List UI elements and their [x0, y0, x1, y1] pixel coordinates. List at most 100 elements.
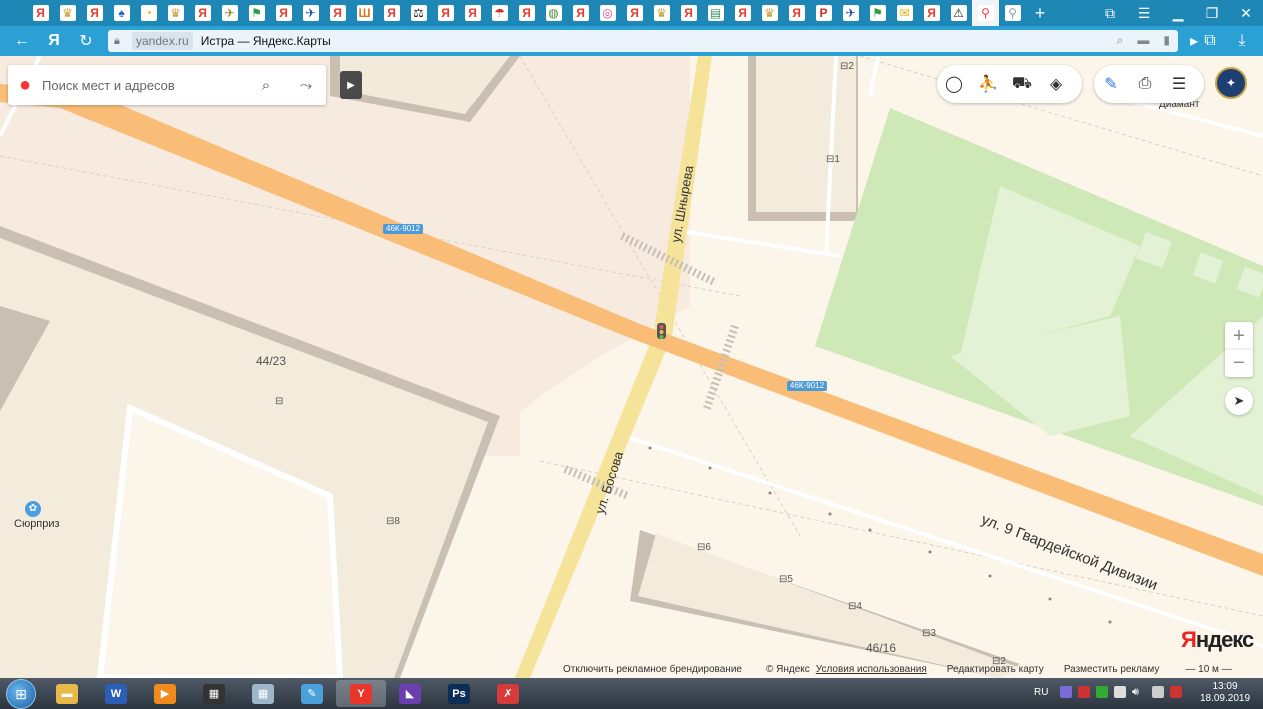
taskbar-app[interactable]: Y — [336, 680, 386, 707]
browser-tab[interactable]: Я — [324, 0, 351, 26]
download-icon[interactable]: ⤓ — [1228, 26, 1256, 56]
taskbar-app[interactable]: ▦ — [189, 680, 239, 707]
browser-tab[interactable]: ⚑ — [243, 0, 270, 26]
browser-tab[interactable]: ♛ — [162, 0, 189, 26]
tabs-overview-icon[interactable]: ⧉ — [1093, 0, 1127, 26]
browser-tab[interactable]: Я — [513, 0, 540, 26]
menu-icon[interactable]: ☰ — [1162, 65, 1196, 103]
browser-tab[interactable]: Я — [918, 0, 945, 26]
browser-tab[interactable]: ⚲ — [972, 0, 999, 26]
poi-label-surprise[interactable]: Сюрприз — [14, 518, 60, 530]
browser-tab[interactable]: ✉ — [891, 0, 918, 26]
bookmark-icon[interactable]: ▮ — [1163, 33, 1170, 48]
user-avatar[interactable]: ✦ — [1215, 67, 1247, 99]
browser-tab[interactable]: Я — [189, 0, 216, 26]
taskbar-app[interactable]: ✗ — [483, 680, 533, 707]
browser-tab[interactable]: Я — [432, 0, 459, 26]
start-button[interactable]: ⊞ — [6, 679, 36, 709]
browser-tab[interactable]: ◍ — [540, 0, 567, 26]
expand-panel-button[interactable]: ▶ — [340, 71, 362, 99]
browser-tab[interactable]: Ш — [351, 0, 378, 26]
zoom-in-button[interactable]: + — [1225, 322, 1253, 350]
browser-tab[interactable]: ♛ — [756, 0, 783, 26]
browser-tab[interactable]: Я — [567, 0, 594, 26]
browser-tab[interactable]: ⚠ — [945, 0, 972, 26]
address-bar[interactable]: 🔒︎ yandex.ru Истра — Яндекс.Карты ⌕ ▬ ▮ — [108, 30, 1178, 52]
minimize-button[interactable]: ▁ — [1161, 0, 1195, 26]
browser-tab[interactable]: ♛ — [54, 0, 81, 26]
transport-icon[interactable]: ⛟ — [1005, 65, 1039, 103]
layers-icon[interactable]: ◈ — [1039, 65, 1073, 103]
route-icon[interactable]: ⤳ — [286, 77, 326, 94]
taskbar-app[interactable]: ◣ — [385, 680, 435, 707]
map-footer: Отключить рекламное брендирование © Янде… — [555, 660, 1232, 678]
print-icon[interactable]: ⎙ — [1128, 65, 1162, 103]
terms-link[interactable]: Условия использования — [816, 664, 927, 675]
browser-tab[interactable]: ◎ — [594, 0, 621, 26]
edit-map-link[interactable]: Редактировать карту — [947, 664, 1044, 675]
ruler-icon[interactable]: ✎ — [1094, 65, 1128, 103]
browser-tab[interactable]: Я — [675, 0, 702, 26]
language-indicator[interactable]: RU — [1034, 687, 1048, 698]
gift-shop-icon[interactable]: ✿ — [25, 501, 41, 517]
place-ad-link[interactable]: Разместить рекламу — [1064, 664, 1160, 675]
search-box[interactable]: ● Поиск мест и адресов ⌕ ⤳ — [8, 65, 326, 105]
tray-app-icon[interactable] — [1060, 686, 1072, 698]
tray-shield-icon[interactable] — [1096, 686, 1108, 698]
back-arrow-icon[interactable]: ← — [6, 26, 38, 56]
browser-tab[interactable]: ▭ — [0, 0, 27, 26]
search-input[interactable]: Поиск мест и адресов — [42, 78, 246, 93]
yandex-logo: Яндекс — [1181, 627, 1254, 652]
road-number-badge: 46К-9012 — [787, 381, 828, 391]
browser-tab[interactable]: ▤ — [702, 0, 729, 26]
browser-tab[interactable]: ⚑ — [864, 0, 891, 26]
yandex-home-icon[interactable]: Я — [38, 26, 70, 56]
browser-tab[interactable]: Я — [27, 0, 54, 26]
browser-tab[interactable]: ◔ — [135, 0, 162, 26]
browser-tab[interactable]: Я — [783, 0, 810, 26]
geolocation-icon[interactable]: ➤ — [1225, 387, 1253, 415]
browser-tab[interactable]: ⚲ — [999, 0, 1026, 26]
tray-pdf-icon[interactable] — [1078, 686, 1090, 698]
browser-tab[interactable]: ✈ — [216, 0, 243, 26]
volume-icon[interactable]: 🔊︎ — [1132, 686, 1144, 698]
reload-icon[interactable]: ↻ — [70, 26, 102, 56]
browser-tab[interactable]: ♠ — [108, 0, 135, 26]
disable-ads-link[interactable]: Отключить рекламное брендирование — [563, 664, 742, 675]
zoom-out-button[interactable]: − — [1225, 349, 1253, 377]
map-canvas[interactable]: 46К-9012 46К-9012 ул. 9 Гвардейской Диви… — [0, 56, 1263, 678]
new-tab-button[interactable]: + — [1026, 0, 1054, 26]
taskbar-app[interactable]: ▬ — [42, 680, 92, 707]
browser-tab[interactable]: Я — [729, 0, 756, 26]
restore-button[interactable]: ❐ — [1195, 0, 1229, 26]
taskbar-app[interactable]: W — [91, 680, 141, 707]
taskbar-app[interactable]: Ps — [434, 680, 484, 707]
taskbar-app[interactable]: ✎ — [287, 680, 337, 707]
tray-flag-icon[interactable] — [1114, 686, 1126, 698]
browser-tab[interactable]: Я — [270, 0, 297, 26]
tray-notification-icon[interactable] — [1170, 686, 1182, 698]
menu-icon[interactable]: ☰ — [1127, 0, 1161, 26]
taskbar-app[interactable]: ▶ — [140, 680, 190, 707]
browser-tab[interactable]: ⚖ — [405, 0, 432, 26]
traffic-icon[interactable]: ◯ — [937, 65, 971, 103]
browser-tab[interactable]: Я — [378, 0, 405, 26]
translate-icon[interactable]: ⧉ — [1196, 26, 1224, 56]
browser-tab[interactable]: ☂ — [486, 0, 513, 26]
taskbar-app[interactable]: ▦ — [238, 680, 288, 707]
comment-icon[interactable]: ▬ — [1137, 33, 1149, 48]
browser-navbar: ← Я ↻ 🔒︎ yandex.ru Истра — Яндекс.Карты … — [0, 26, 1263, 56]
clock[interactable]: 13:09 18.09.2019 — [1198, 681, 1252, 705]
browser-tab[interactable]: ♛ — [648, 0, 675, 26]
browser-tab[interactable]: Я — [621, 0, 648, 26]
close-button[interactable]: ✕ — [1229, 0, 1263, 26]
panorama-icon[interactable]: ⛹ — [971, 65, 1005, 103]
network-icon[interactable] — [1152, 686, 1164, 698]
zoom-icon[interactable]: ⌕ — [1117, 33, 1124, 48]
search-icon[interactable]: ⌕ — [246, 77, 286, 94]
browser-tab[interactable]: P — [810, 0, 837, 26]
browser-tab[interactable]: ✈ — [837, 0, 864, 26]
browser-tab[interactable]: Я — [459, 0, 486, 26]
browser-tab[interactable]: Я — [81, 0, 108, 26]
browser-tab[interactable]: ✈ — [297, 0, 324, 26]
